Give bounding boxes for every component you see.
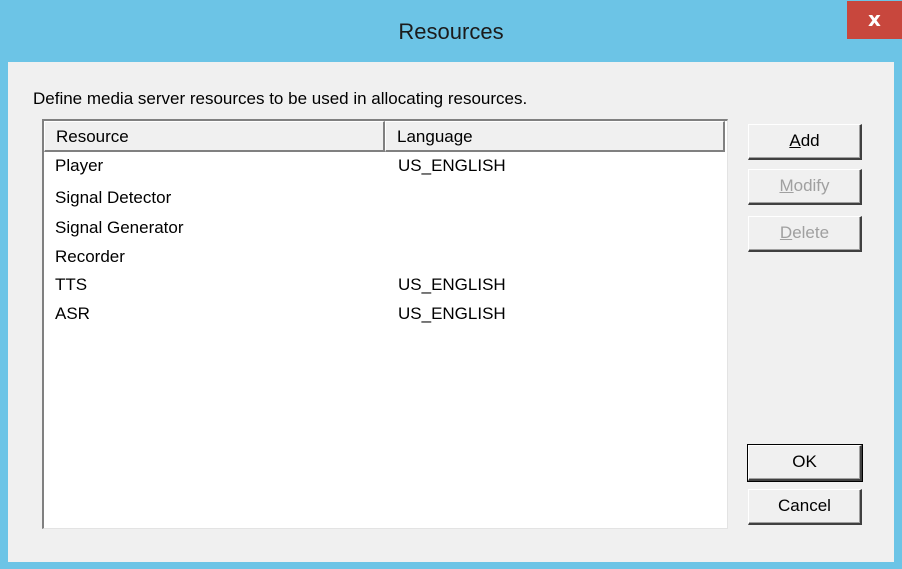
cancel-button[interactable]: Cancel [748, 489, 862, 525]
description-label: Define media server resources to be used… [33, 89, 528, 108]
cell-resource: Recorder [55, 247, 125, 266]
delete-label-rest: elete [792, 223, 830, 242]
modify-accelerator: M [779, 176, 794, 195]
delete-button[interactable]: Delete [748, 216, 862, 252]
close-icon: x [868, 7, 881, 31]
window-title: Resources [398, 19, 504, 44]
column-header-resource[interactable]: Resource [44, 121, 385, 152]
add-accelerator: A [789, 131, 801, 150]
list-row[interactable]: Recorder [44, 244, 724, 270]
resource-list[interactable]: Resource Language Player US_ENGLISH Sign… [42, 119, 728, 529]
list-row[interactable]: Player US_ENGLISH [44, 153, 724, 179]
ok-button[interactable]: OK [747, 444, 863, 482]
cell-language: US_ENGLISH [398, 156, 506, 175]
cell-language: US_ENGLISH [398, 275, 506, 294]
delete-accelerator: D [779, 223, 793, 242]
add-label-rest: dd [800, 131, 820, 150]
list-row[interactable]: TTS US_ENGLISH [44, 272, 724, 298]
cell-resource: ASR [55, 304, 90, 323]
modify-button-label: Modify [779, 176, 829, 195]
modify-label-rest: odify [793, 176, 830, 195]
close-button[interactable]: x [847, 1, 902, 39]
cell-language: US_ENGLISH [398, 304, 506, 323]
add-button-label: Add [789, 131, 819, 150]
modify-button[interactable]: Modify [748, 169, 862, 205]
column-header-language[interactable]: Language [385, 121, 725, 152]
title-bar[interactable]: Resources x [0, 0, 902, 62]
add-button[interactable]: Add [748, 124, 862, 160]
cell-resource: Player [55, 156, 104, 175]
cell-resource: Signal Detector [55, 188, 172, 207]
delete-button-label: Delete [780, 223, 829, 242]
cell-resource: Signal Generator [55, 218, 184, 237]
list-row[interactable]: ASR US_ENGLISH [44, 301, 724, 327]
list-row[interactable]: Signal Generator [44, 215, 724, 241]
list-row[interactable]: Signal Detector [44, 185, 724, 211]
cell-resource: TTS [55, 275, 88, 294]
